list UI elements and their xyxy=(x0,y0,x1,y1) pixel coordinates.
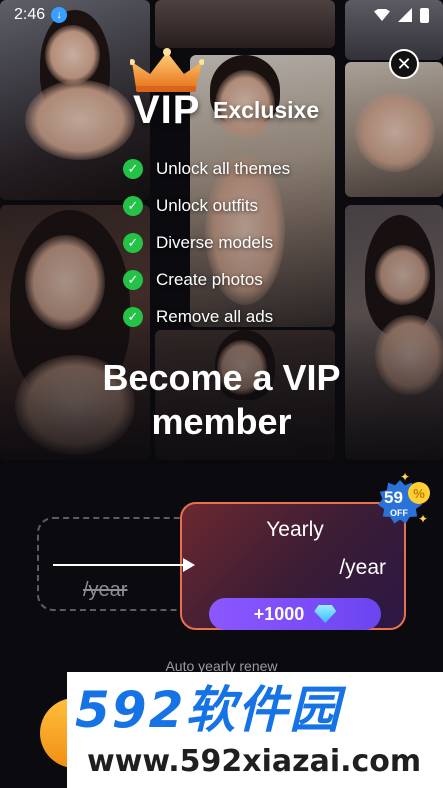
feature-item: ✓ Diverse models xyxy=(123,224,290,261)
feature-item: ✓ Unlock outfits xyxy=(123,187,290,224)
check-icon: ✓ xyxy=(123,269,143,290)
feature-item: ✓ Create photos xyxy=(123,261,290,298)
feature-label: Remove all ads xyxy=(156,306,274,326)
feature-label: Create photos xyxy=(156,269,263,289)
sparkle-icon: ✦ xyxy=(418,512,429,526)
bonus-badge: +1000 xyxy=(209,598,381,630)
feature-item: ✓ Unlock all themes xyxy=(123,150,290,187)
vip-subtitle: Exclusixe xyxy=(213,97,320,123)
discount-percent: 59 xyxy=(384,488,403,507)
close-icon: ✕ xyxy=(396,53,412,74)
plan-option-yearly[interactable]: Yearly /year +1000 xyxy=(180,502,406,630)
bonus-amount: +1000 xyxy=(253,603,305,624)
headline-line: Become a VIP xyxy=(102,357,341,398)
diamond-icon xyxy=(314,605,337,623)
feature-list: ✓ Unlock all themes ✓ Unlock outfits ✓ D… xyxy=(123,150,290,335)
signal-icon xyxy=(398,8,412,22)
vip-title: VIP xyxy=(133,88,201,132)
feature-label: Unlock all themes xyxy=(156,158,291,178)
page-headline: Become a VIP member xyxy=(0,356,443,444)
plan-name: Yearly xyxy=(266,518,324,541)
check-icon: ✓ xyxy=(123,158,143,179)
feature-item: ✓ Remove all ads xyxy=(123,298,290,335)
download-icon: ↓ xyxy=(51,7,68,23)
headline-line: member xyxy=(151,401,292,442)
original-price: /year xyxy=(83,579,128,601)
watermark: 592软件园 www.592xiazai.com xyxy=(67,672,443,788)
check-icon: ✓ xyxy=(123,306,143,327)
close-button[interactable]: ✕ xyxy=(389,49,419,79)
plan-period: /year xyxy=(339,556,386,579)
feature-label: Unlock outfits xyxy=(156,195,259,215)
status-time: 2:46 xyxy=(14,6,46,23)
feature-label: Diverse models xyxy=(156,232,274,252)
battery-icon xyxy=(420,7,429,23)
check-icon: ✓ xyxy=(123,232,143,253)
watermark-url: www.592xiazai.com xyxy=(87,744,422,779)
watermark-brand: 592软件园 xyxy=(75,681,342,739)
arrow-right-icon xyxy=(53,558,195,572)
discount-off-label: OFF xyxy=(390,508,408,518)
wifi-icon xyxy=(374,9,390,21)
check-icon: ✓ xyxy=(123,195,143,216)
status-bar: 2:46 ↓ xyxy=(0,0,443,30)
sparkle-icon: ✦ xyxy=(400,470,411,484)
percent-icon: % xyxy=(408,482,430,504)
